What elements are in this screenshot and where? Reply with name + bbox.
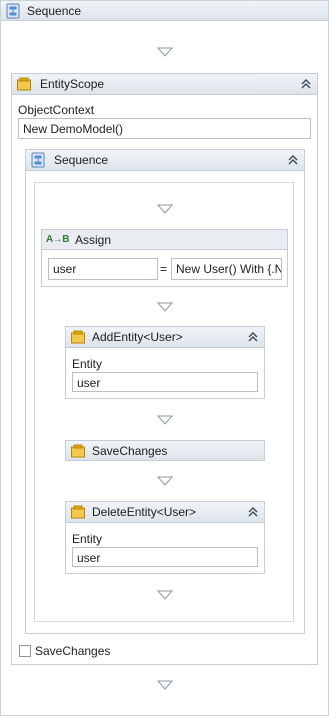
root-sequence-header[interactable]: Sequence (1, 1, 328, 21)
entity-scope-header[interactable]: EntityScope (11, 73, 318, 95)
assign-header[interactable]: A→B Assign (41, 229, 288, 250)
assign-equals-sign: = (159, 262, 167, 276)
scope-icon (16, 76, 32, 92)
save-changes-title: SaveChanges (92, 443, 168, 458)
scope-icon (70, 443, 86, 459)
drop-arrow-icon[interactable] (157, 415, 173, 425)
drop-arrow-icon[interactable] (157, 204, 173, 214)
collapse-chevron-icon[interactable] (299, 77, 313, 91)
assign-icon: A→B (46, 234, 69, 245)
collapse-chevron-icon[interactable] (246, 505, 260, 519)
add-entity-header[interactable]: AddEntity<User> (65, 326, 265, 348)
drop-arrow-icon[interactable] (157, 680, 173, 690)
add-entity-title: AddEntity<User> (92, 330, 183, 344)
assign-title: Assign (74, 232, 111, 247)
assign-to-field[interactable]: user (48, 258, 158, 280)
scope-icon (70, 329, 86, 345)
add-entity-entity-field[interactable]: user (72, 372, 258, 392)
object-context-field[interactable]: New DemoModel() (18, 118, 311, 139)
delete-entity-title: DeleteEntity<User> (92, 505, 197, 519)
save-changes-activity[interactable]: SaveChanges (65, 440, 265, 461)
delete-entity-entity-field[interactable]: user (72, 547, 258, 567)
delete-entity-entity-label: Entity (72, 532, 103, 546)
inner-sequence-title: Sequence (54, 153, 109, 167)
collapse-chevron-icon[interactable] (246, 330, 260, 344)
collapse-chevron-icon[interactable] (286, 153, 300, 167)
drop-arrow-icon[interactable] (157, 590, 173, 600)
entity-scope-title: EntityScope (40, 77, 105, 91)
sequence-icon (30, 152, 46, 168)
sequence-icon (5, 3, 21, 19)
drop-arrow-icon[interactable] (157, 47, 173, 57)
object-context-label: ObjectContext (18, 103, 95, 117)
inner-sequence-header[interactable]: Sequence (25, 149, 305, 171)
drop-arrow-icon[interactable] (157, 476, 173, 486)
drop-arrow-icon[interactable] (157, 302, 173, 312)
add-entity-entity-label: Entity (72, 357, 103, 371)
root-sequence-title: Sequence (27, 3, 82, 18)
save-changes-checkbox-label: SaveChanges (35, 644, 111, 658)
delete-entity-header[interactable]: DeleteEntity<User> (65, 501, 265, 523)
scope-icon (70, 504, 86, 520)
save-changes-checkbox[interactable] (19, 645, 31, 657)
assign-value-field[interactable]: New User() With {.N (171, 258, 282, 280)
